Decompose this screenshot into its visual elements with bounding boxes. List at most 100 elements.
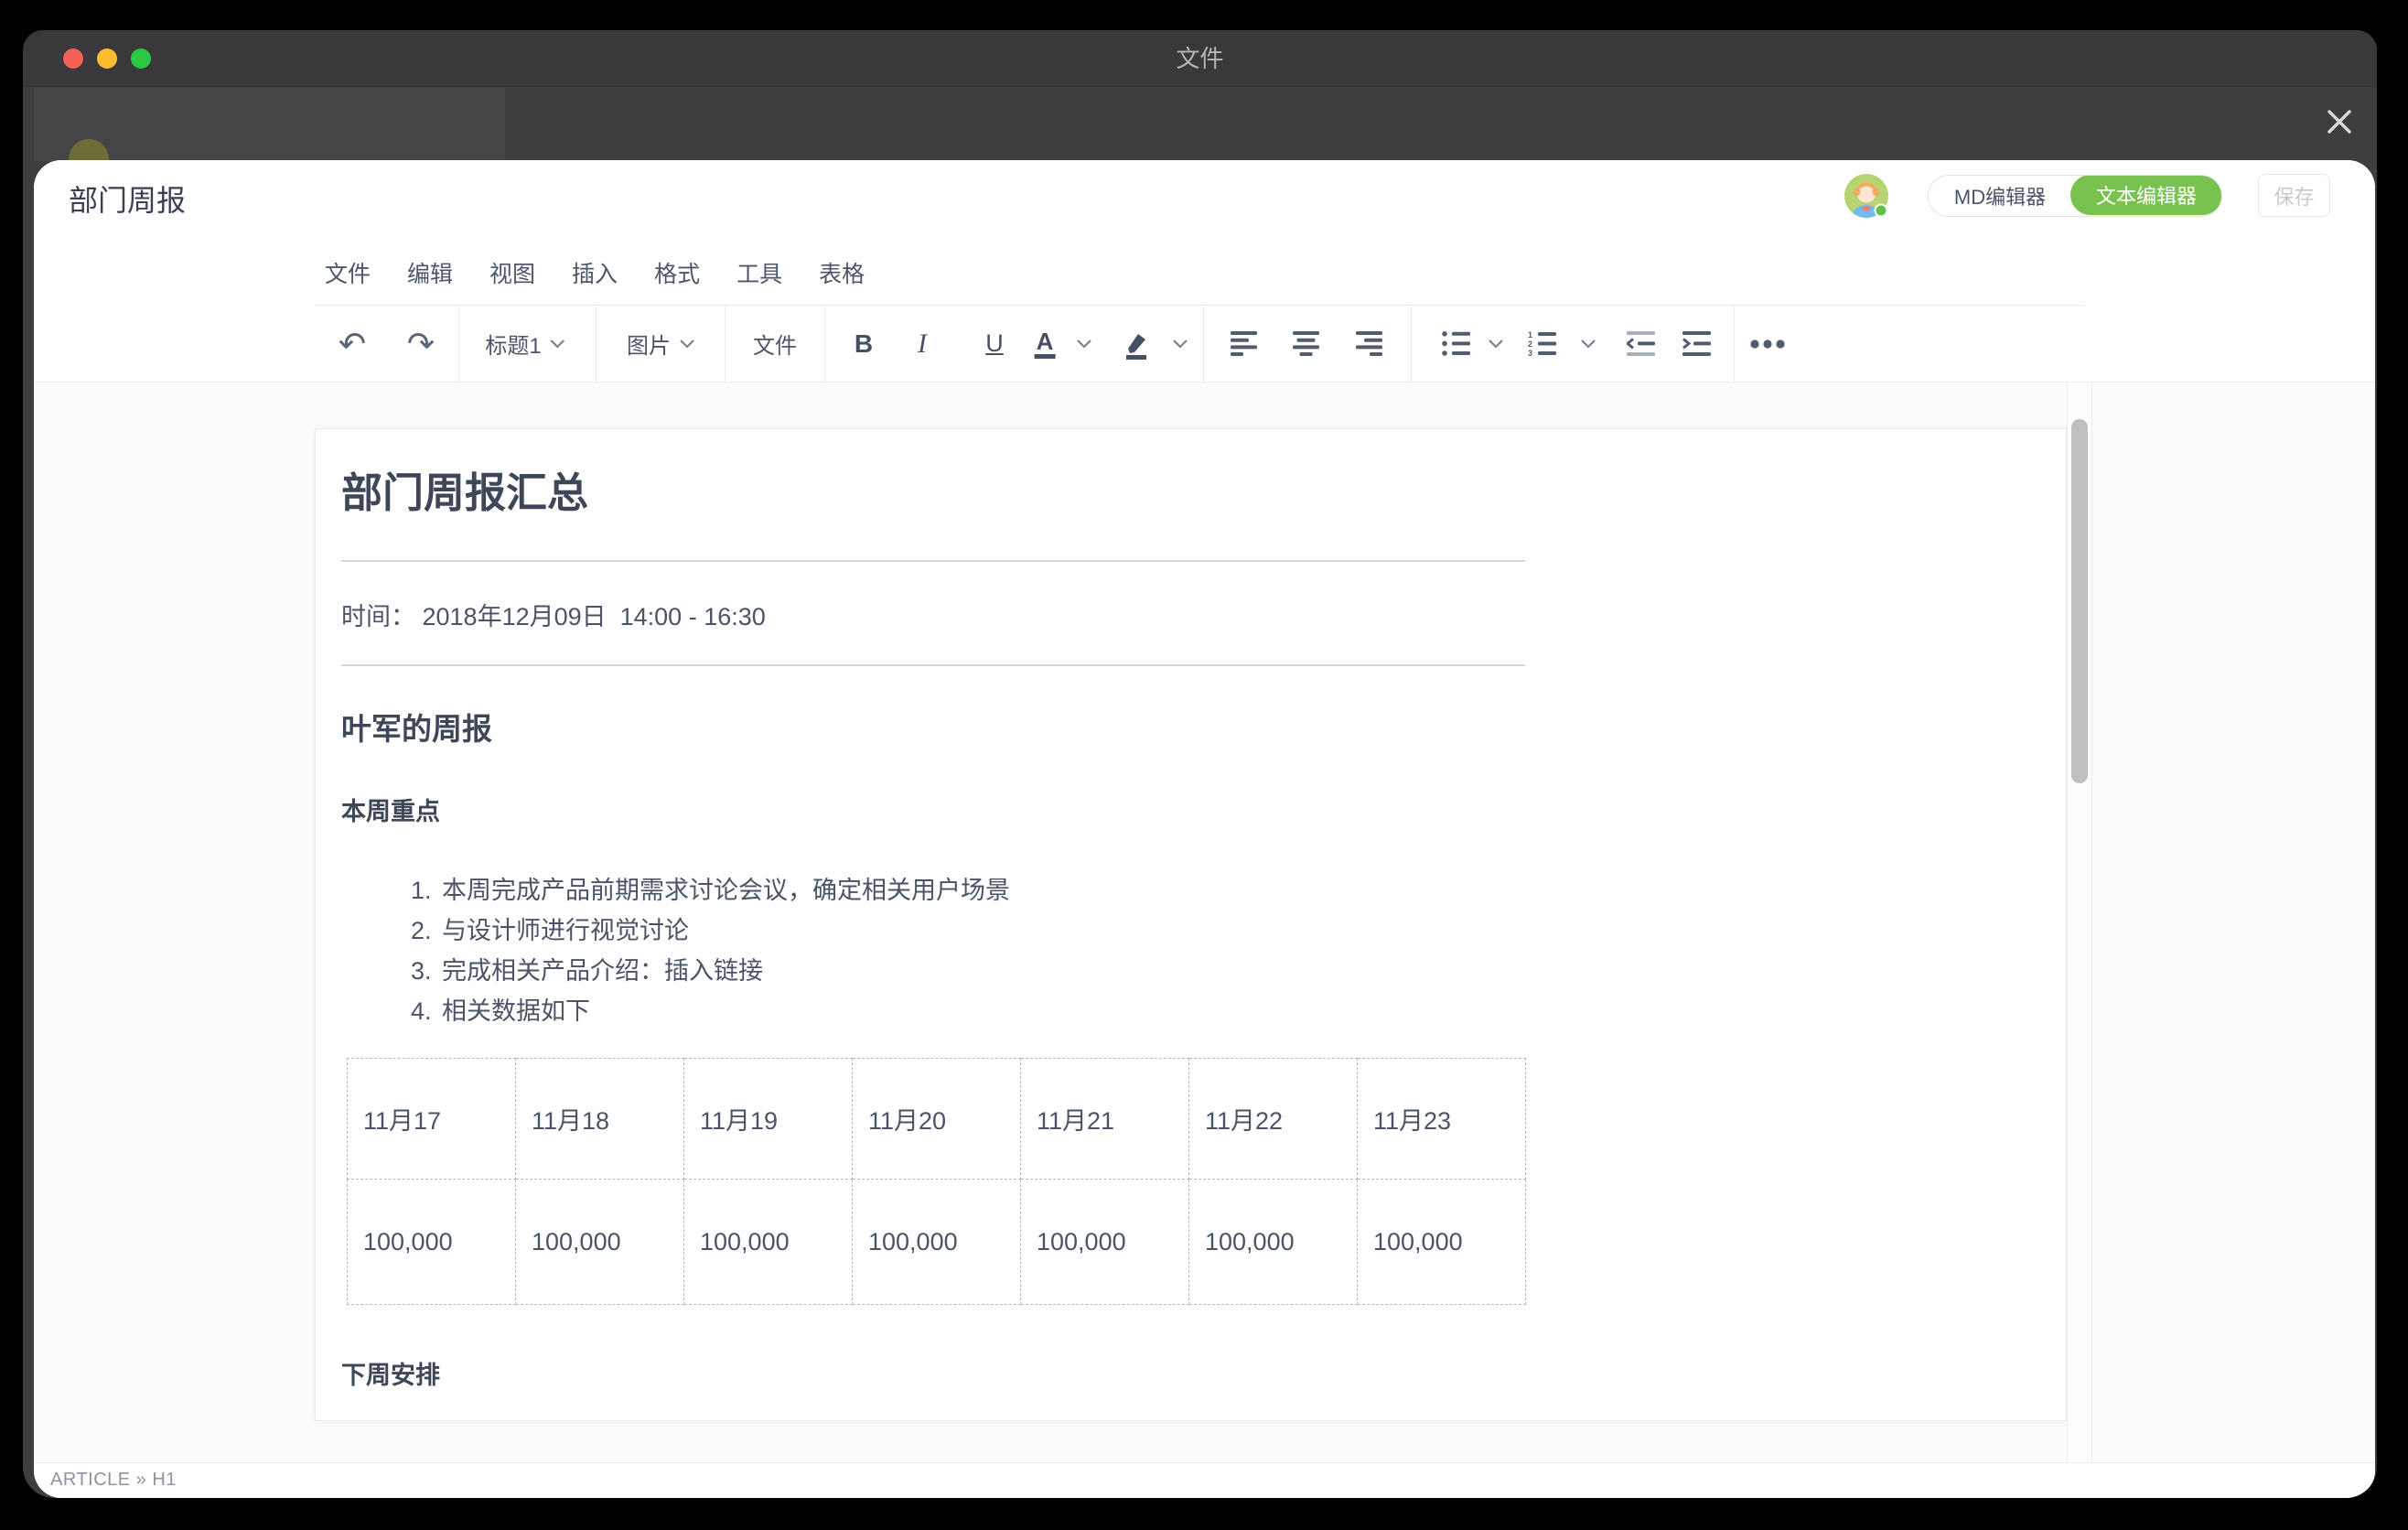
svg-text:3: 3 [1528, 349, 1532, 357]
doc-heading-1[interactable]: 部门周报汇总 [341, 459, 588, 519]
document-page[interactable]: 部门周报汇总 时间： 2018年12月09日 14:00 - 16:30 叶军的… [315, 428, 2067, 1421]
doc-section-next-week[interactable]: 下周安排 [341, 1355, 440, 1391]
table-cell[interactable]: 11月23 [1358, 1059, 1526, 1180]
font-color-dropdown[interactable] [1077, 305, 1091, 382]
menu-format[interactable]: 格式 [654, 256, 700, 289]
ordered-list-icon: 1 2 3 [1528, 331, 1557, 357]
list-item[interactable]: 相关数据如下 [438, 991, 1010, 1031]
align-right-icon [1356, 331, 1383, 356]
bullet-list-button[interactable] [1442, 305, 1471, 382]
text-editor-button[interactable]: 文本编辑器 [2070, 175, 2222, 215]
save-button[interactable]: 保存 [2258, 174, 2330, 217]
menu-table[interactable]: 表格 [819, 256, 865, 289]
scrollbar-track[interactable] [2067, 382, 2092, 1462]
bold-button[interactable]: B [855, 305, 873, 382]
doc-section-this-week[interactable]: 本周重点 [341, 792, 440, 827]
minimize-traffic-light[interactable] [97, 48, 117, 69]
indent-icon [1682, 331, 1712, 356]
outdent-icon [1627, 331, 1656, 356]
table-cell[interactable]: 100,000 [1189, 1180, 1358, 1305]
doc-data-table: 11月17 11月18 11月19 11月20 11月21 11月22 11月2… [347, 1058, 1526, 1305]
redo-button[interactable]: ↷ [407, 305, 435, 382]
highlight-icon [1121, 329, 1152, 360]
underline-button[interactable]: U [985, 305, 1004, 382]
table-cell[interactable]: 11月22 [1189, 1059, 1358, 1180]
doc-ordered-list: 本周完成产品前期需求讨论会议，确定相关用户场景 与设计师进行视觉讨论 完成相关产… [341, 870, 1010, 1031]
table-cell[interactable]: 11月21 [1021, 1059, 1189, 1180]
doc-time-line[interactable]: 时间： 2018年12月09日 14:00 - 16:30 [341, 597, 766, 632]
status-bar: ARTICLE » H1 [34, 1462, 2375, 1498]
align-center-icon [1293, 331, 1320, 356]
align-left-icon [1231, 331, 1258, 356]
more-icon [1749, 339, 1786, 350]
highlight-dropdown[interactable] [1173, 305, 1188, 382]
table-cell[interactable]: 100,000 [348, 1180, 516, 1305]
font-color-button[interactable]: A [1035, 305, 1056, 382]
menu-view[interactable]: 视图 [489, 256, 535, 289]
chevron-down-icon [1581, 339, 1596, 349]
menu-tools[interactable]: 工具 [736, 256, 782, 289]
table-cell[interactable]: 11月20 [853, 1059, 1021, 1180]
modal-header: 部门周报 MD编辑器 [34, 160, 2375, 241]
traffic-lights [63, 48, 151, 69]
align-left-button[interactable] [1231, 305, 1258, 382]
chevron-down-icon [680, 339, 694, 349]
element-path-breadcrumb: ARTICLE » H1 [50, 1463, 177, 1498]
table-cell[interactable]: 100,000 [853, 1180, 1021, 1305]
editor-content-area: 部门周报汇总 时间： 2018年12月09日 14:00 - 16:30 叶军的… [34, 382, 2375, 1462]
table-cell[interactable]: 100,000 [1021, 1180, 1189, 1305]
table-row: 100,000 100,000 100,000 100,000 100,000 … [348, 1180, 1526, 1305]
doc-heading-2[interactable]: 叶军的周报 [341, 705, 492, 749]
align-center-button[interactable] [1293, 305, 1320, 382]
toolbar: ↶ ↷ 标题1 图片 文件 B I U [34, 305, 2375, 382]
avatar[interactable] [1844, 174, 1888, 218]
ordered-list-dropdown[interactable] [1581, 305, 1596, 382]
document-title: 部门周报 [69, 160, 186, 241]
scrollbar-thumb[interactable] [2071, 419, 2088, 783]
bullet-list-icon [1442, 331, 1471, 356]
font-color-icon: A [1035, 329, 1056, 359]
outdent-button[interactable] [1627, 305, 1656, 382]
table-cell[interactable]: 11月19 [684, 1059, 853, 1180]
chevron-down-icon [1077, 339, 1091, 349]
undo-icon: ↶ [339, 328, 366, 361]
close-icon[interactable] [2323, 105, 2356, 138]
chevron-down-icon [1489, 339, 1503, 349]
table-cell[interactable]: 11月17 [348, 1059, 516, 1180]
titlebar: 文件 [23, 30, 2377, 87]
menu-file[interactable]: 文件 [325, 256, 371, 289]
list-item[interactable]: 与设计师进行视觉讨论 [438, 910, 1010, 951]
window-title: 文件 [23, 30, 2377, 87]
ordered-list-button[interactable]: 1 2 3 [1528, 305, 1557, 382]
undo-button[interactable]: ↶ [339, 305, 366, 382]
italic-button[interactable]: I [918, 305, 927, 382]
menu-insert[interactable]: 插入 [572, 256, 618, 289]
close-traffic-light[interactable] [63, 48, 83, 69]
redo-icon: ↷ [407, 328, 435, 361]
table-cell[interactable]: 11月18 [516, 1059, 684, 1180]
article: 部门周报汇总 时间： 2018年12月09日 14:00 - 16:30 叶军的… [341, 429, 2043, 1420]
zoom-traffic-light[interactable] [131, 48, 151, 69]
menu-bar: 文件 编辑 视图 插入 格式 工具 表格 [325, 241, 865, 305]
chevron-down-icon [551, 339, 565, 349]
table-row: 11月17 11月18 11月19 11月20 11月21 11月22 11月2… [348, 1059, 1526, 1180]
list-item[interactable]: 完成相关产品介绍：插入链接 [438, 951, 1010, 991]
app-window: 文件 部门周报 [23, 30, 2377, 1498]
heading-style-select[interactable]: 标题1 [485, 305, 564, 382]
image-insert-select[interactable]: 图片 [627, 305, 694, 382]
list-item[interactable]: 本周完成产品前期需求讨论会议，确定相关用户场景 [438, 870, 1010, 910]
bullet-list-dropdown[interactable] [1489, 305, 1503, 382]
md-editor-button[interactable]: MD编辑器 [1929, 176, 2071, 216]
highlight-button[interactable] [1121, 305, 1152, 382]
table-cell[interactable]: 100,000 [516, 1180, 684, 1305]
align-right-button[interactable] [1356, 305, 1383, 382]
table-cell[interactable]: 100,000 [1358, 1180, 1526, 1305]
indent-button[interactable] [1682, 305, 1712, 382]
chevron-down-icon [1173, 339, 1188, 349]
file-insert-button[interactable]: 文件 [753, 305, 797, 382]
editor-mode-toggle: MD编辑器 文本编辑器 [1928, 175, 2222, 217]
menu-edit[interactable]: 编辑 [407, 256, 453, 289]
more-tools-button[interactable] [1749, 305, 1786, 382]
divider [341, 560, 1525, 562]
table-cell[interactable]: 100,000 [684, 1180, 853, 1305]
